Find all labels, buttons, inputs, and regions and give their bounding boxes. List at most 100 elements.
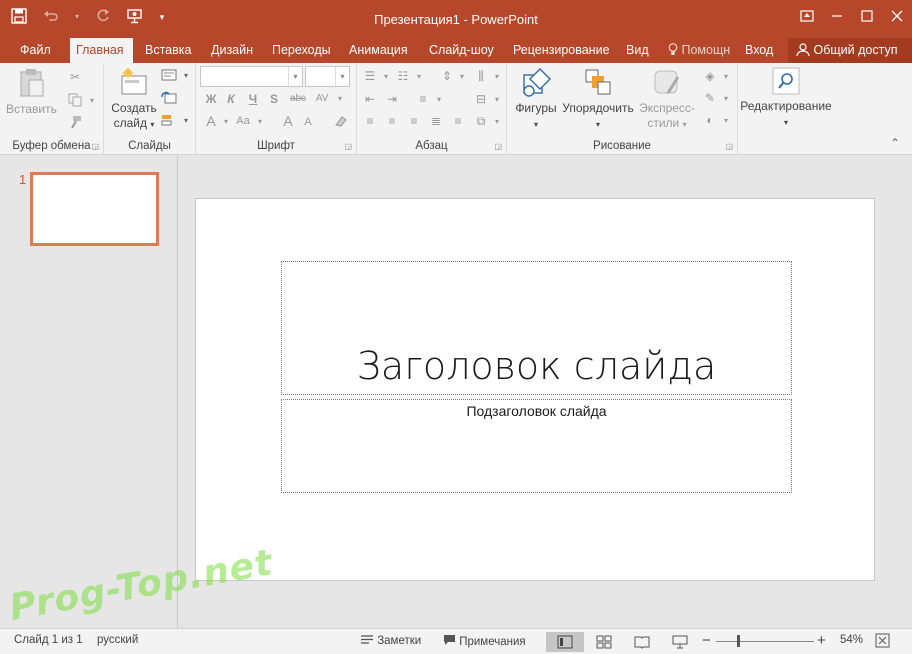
editing-button[interactable]: Редактирование ▾ xyxy=(738,67,834,130)
change-case-dropdown-icon[interactable]: ▾ xyxy=(252,115,268,129)
grow-font-button[interactable]: A xyxy=(280,114,296,128)
normal-view-button[interactable] xyxy=(546,632,584,652)
tab-tell-me[interactable]: Помощн xyxy=(664,38,736,63)
bold-button[interactable]: Ж xyxy=(203,92,219,106)
font-color-dropdown-icon[interactable]: ▾ xyxy=(218,115,234,129)
tab-animations[interactable]: Анимация xyxy=(343,38,414,63)
font-size-box[interactable]: ▾ xyxy=(305,66,350,87)
zoom-slider-thumb[interactable] xyxy=(737,635,740,647)
maximize-icon[interactable] xyxy=(852,0,882,34)
smartart-icon[interactable]: ⧉ xyxy=(473,114,489,128)
format-painter-icon[interactable] xyxy=(67,115,83,129)
shadow-button[interactable]: S xyxy=(266,92,282,106)
clipboard-dialog-launcher-icon[interactable]: ◲ xyxy=(91,142,99,151)
clear-formatting-icon[interactable] xyxy=(332,114,348,128)
language-indicator[interactable]: русский xyxy=(97,634,138,646)
font-size-dropdown-icon[interactable]: ▾ xyxy=(335,67,349,86)
slideshow-button[interactable] xyxy=(670,632,690,652)
font-dialog-launcher-icon[interactable]: ◲ xyxy=(344,142,352,151)
shrink-font-button[interactable]: A xyxy=(300,115,316,129)
align-text-icon[interactable]: ⊟ xyxy=(473,92,489,106)
text-direction-dropdown-icon[interactable]: ▾ xyxy=(431,93,447,107)
underline-button[interactable]: Ч xyxy=(245,92,261,106)
decrease-indent-icon[interactable]: ⇤ xyxy=(362,92,378,106)
sign-in-link[interactable]: Вход xyxy=(739,38,779,63)
font-name-box[interactable]: ▾ xyxy=(200,66,303,87)
shape-effects-icon[interactable]: ◐ xyxy=(702,113,718,127)
arrange-button[interactable]: Упорядочить ▾ xyxy=(561,67,635,132)
font-color-button[interactable]: A xyxy=(203,114,219,128)
tab-review[interactable]: Рецензирование xyxy=(507,38,616,63)
align-center-icon[interactable]: ≡ xyxy=(384,114,400,128)
change-case-button[interactable]: Aa xyxy=(233,114,253,128)
tab-transitions[interactable]: Переходы xyxy=(266,38,337,63)
bullets-dropdown-icon[interactable]: ▾ xyxy=(378,70,394,84)
tab-home[interactable]: Главная xyxy=(70,38,133,63)
paragraph-dialog-launcher-icon[interactable]: ◲ xyxy=(494,142,502,151)
reading-view-button[interactable] xyxy=(632,632,652,652)
align-right-icon[interactable]: ≡ xyxy=(406,114,422,128)
tab-insert[interactable]: Вставка xyxy=(139,38,197,63)
comments-button[interactable]: Примечания xyxy=(443,634,526,648)
shape-effects-dropdown-icon[interactable]: ▾ xyxy=(718,114,734,128)
shape-fill-dropdown-icon[interactable]: ▾ xyxy=(718,70,734,84)
tab-file[interactable]: Файл xyxy=(14,38,57,63)
shape-outline-dropdown-icon[interactable]: ▾ xyxy=(718,92,734,106)
shape-outline-icon[interactable]: ✎ xyxy=(702,91,718,105)
copy-dropdown-icon[interactable]: ▾ xyxy=(84,94,100,108)
slide-thumbnail[interactable] xyxy=(30,172,159,246)
tab-slideshow[interactable]: Слайд-шоу xyxy=(423,38,500,63)
line-spacing-icon[interactable]: ⇕ xyxy=(439,69,455,83)
numbering-dropdown-icon[interactable]: ▾ xyxy=(411,70,427,84)
numbering-icon[interactable]: ☷ xyxy=(395,69,411,83)
section-dropdown-icon[interactable]: ▾ xyxy=(178,114,194,128)
slide-sorter-button[interactable] xyxy=(594,632,614,652)
columns-dropdown-icon[interactable]: ▾ xyxy=(489,70,505,84)
reset-slide-icon[interactable] xyxy=(161,91,177,105)
zoom-level[interactable]: 54% xyxy=(840,634,863,646)
title-placeholder[interactable]: Заголовок слайда xyxy=(281,261,792,395)
zoom-in-button[interactable]: + xyxy=(817,632,826,649)
zoom-slider-track[interactable] xyxy=(716,641,814,642)
font-name-dropdown-icon[interactable]: ▾ xyxy=(288,67,302,86)
tab-design[interactable]: Дизайн xyxy=(205,38,259,63)
distributed-icon[interactable]: ≡ xyxy=(450,114,466,128)
new-slide-button[interactable]: Создать слайд ▾ xyxy=(108,67,160,132)
text-direction-icon[interactable]: ≡ xyxy=(415,92,431,106)
slide-counter[interactable]: Слайд 1 из 1 xyxy=(14,634,83,646)
italic-button[interactable]: К xyxy=(223,92,239,106)
shapes-button[interactable]: Фигуры ▾ xyxy=(511,67,561,132)
strikethrough-button[interactable]: abc xyxy=(287,92,309,106)
share-button[interactable]: Общий доступ xyxy=(788,38,912,63)
quick-styles-dropdown-icon: ▾ xyxy=(682,120,687,129)
layout-icon[interactable] xyxy=(161,69,177,83)
fit-to-window-icon[interactable] xyxy=(875,633,890,651)
bullets-icon[interactable]: ☰ xyxy=(362,69,378,83)
tab-view[interactable]: Вид xyxy=(620,38,655,63)
section-icon[interactable] xyxy=(161,113,177,127)
close-icon[interactable] xyxy=(882,0,912,34)
drawing-dialog-launcher-icon[interactable]: ◲ xyxy=(725,142,733,151)
line-spacing-dropdown-icon[interactable]: ▾ xyxy=(454,70,470,84)
shape-fill-icon[interactable]: ◈ xyxy=(702,69,718,83)
justify-icon[interactable]: ≣ xyxy=(428,114,444,128)
columns-icon[interactable]: ⫼ xyxy=(473,69,489,83)
subtitle-placeholder[interactable]: Подзаголовок слайда xyxy=(281,399,792,493)
layout-dropdown-icon[interactable]: ▾ xyxy=(178,69,194,83)
cut-icon[interactable]: ✂ xyxy=(67,70,83,84)
ribbon-display-options-icon[interactable] xyxy=(792,0,822,34)
align-text-dropdown-icon[interactable]: ▾ xyxy=(489,93,505,107)
character-spacing-button[interactable]: AV xyxy=(312,92,332,106)
minimize-icon[interactable] xyxy=(822,0,852,34)
copy-icon[interactable] xyxy=(67,93,83,107)
align-left-icon[interactable]: ≡ xyxy=(362,114,378,128)
quick-styles-button[interactable]: Экспресс- стили ▾ xyxy=(635,67,699,132)
slide-canvas[interactable]: Заголовок слайда Подзаголовок слайда xyxy=(195,198,875,581)
character-spacing-dropdown-icon[interactable]: ▾ xyxy=(332,92,348,106)
zoom-out-button[interactable]: − xyxy=(702,632,711,649)
increase-indent-icon[interactable]: ⇥ xyxy=(384,92,400,106)
collapse-ribbon-icon[interactable]: ⌃ xyxy=(890,136,900,150)
paste-button[interactable]: Вставить xyxy=(6,68,57,117)
notes-button[interactable]: Заметки xyxy=(360,634,421,647)
smartart-dropdown-icon[interactable]: ▾ xyxy=(489,115,505,129)
